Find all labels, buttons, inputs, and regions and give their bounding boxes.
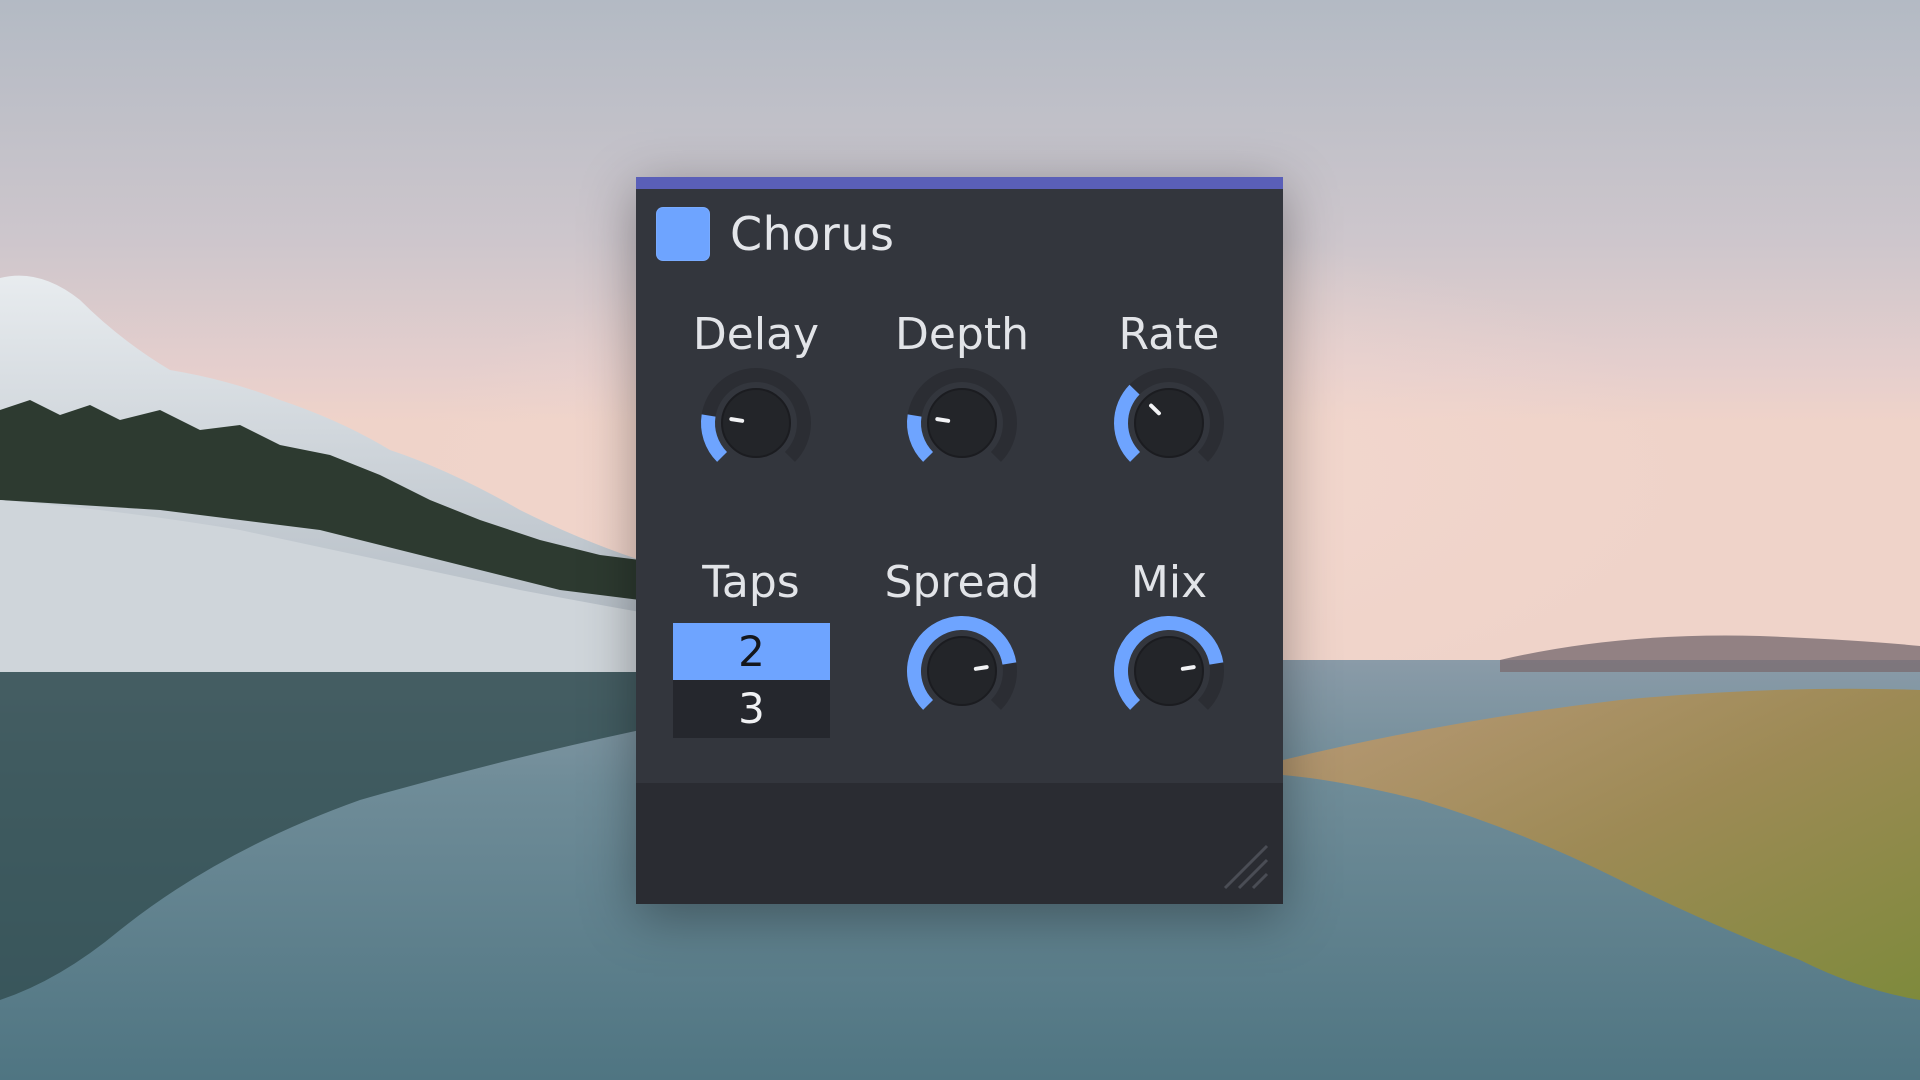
- knob-body: [927, 388, 997, 458]
- knob-body: [927, 636, 997, 706]
- depth-label: Depth: [894, 309, 1030, 360]
- knob-body: [1134, 388, 1204, 458]
- taps-option-2[interactable]: 2: [673, 623, 830, 680]
- knob-value-arc: [701, 414, 728, 462]
- header-accent-bar: [636, 177, 1283, 189]
- delay-label: Delay: [692, 309, 820, 360]
- knob-pointer: [973, 665, 989, 671]
- plugin-footer: [636, 783, 1283, 904]
- enable-toggle-button[interactable]: [656, 207, 710, 261]
- plugin-header: Chorus: [656, 206, 894, 262]
- taps-selector[interactable]: 2 3: [673, 623, 830, 738]
- rate-knob[interactable]: [1109, 363, 1229, 483]
- depth-knob[interactable]: [902, 363, 1022, 483]
- plugin-title: Chorus: [730, 207, 895, 261]
- spread-knob[interactable]: [902, 611, 1022, 731]
- knob-pointer: [1180, 665, 1196, 671]
- knob-pointer: [729, 417, 745, 423]
- knob-body: [721, 388, 791, 458]
- param-depth: Depth: [872, 307, 1052, 483]
- param-taps: Taps: [661, 555, 841, 611]
- param-rate: Rate: [1079, 307, 1259, 483]
- rate-label: Rate: [1118, 309, 1220, 360]
- knob-pointer: [935, 417, 951, 423]
- param-delay: Delay: [666, 307, 846, 483]
- knob-body: [1134, 636, 1204, 706]
- knob-value-arc: [1114, 384, 1141, 462]
- mix-knob[interactable]: [1109, 611, 1229, 731]
- mix-label: Mix: [1130, 557, 1208, 608]
- knob-value-arc: [907, 414, 934, 462]
- param-mix: Mix: [1079, 555, 1259, 731]
- taps-label: Taps: [702, 557, 800, 608]
- delay-knob[interactable]: [696, 363, 816, 483]
- param-spread: Spread: [872, 555, 1052, 731]
- resize-grip-icon[interactable]: [1219, 840, 1269, 890]
- spread-label: Spread: [884, 557, 1040, 608]
- chorus-plugin-panel: Chorus Delay Depth Rate Taps 2 3 Spread …: [636, 177, 1283, 904]
- taps-option-3[interactable]: 3: [673, 680, 830, 737]
